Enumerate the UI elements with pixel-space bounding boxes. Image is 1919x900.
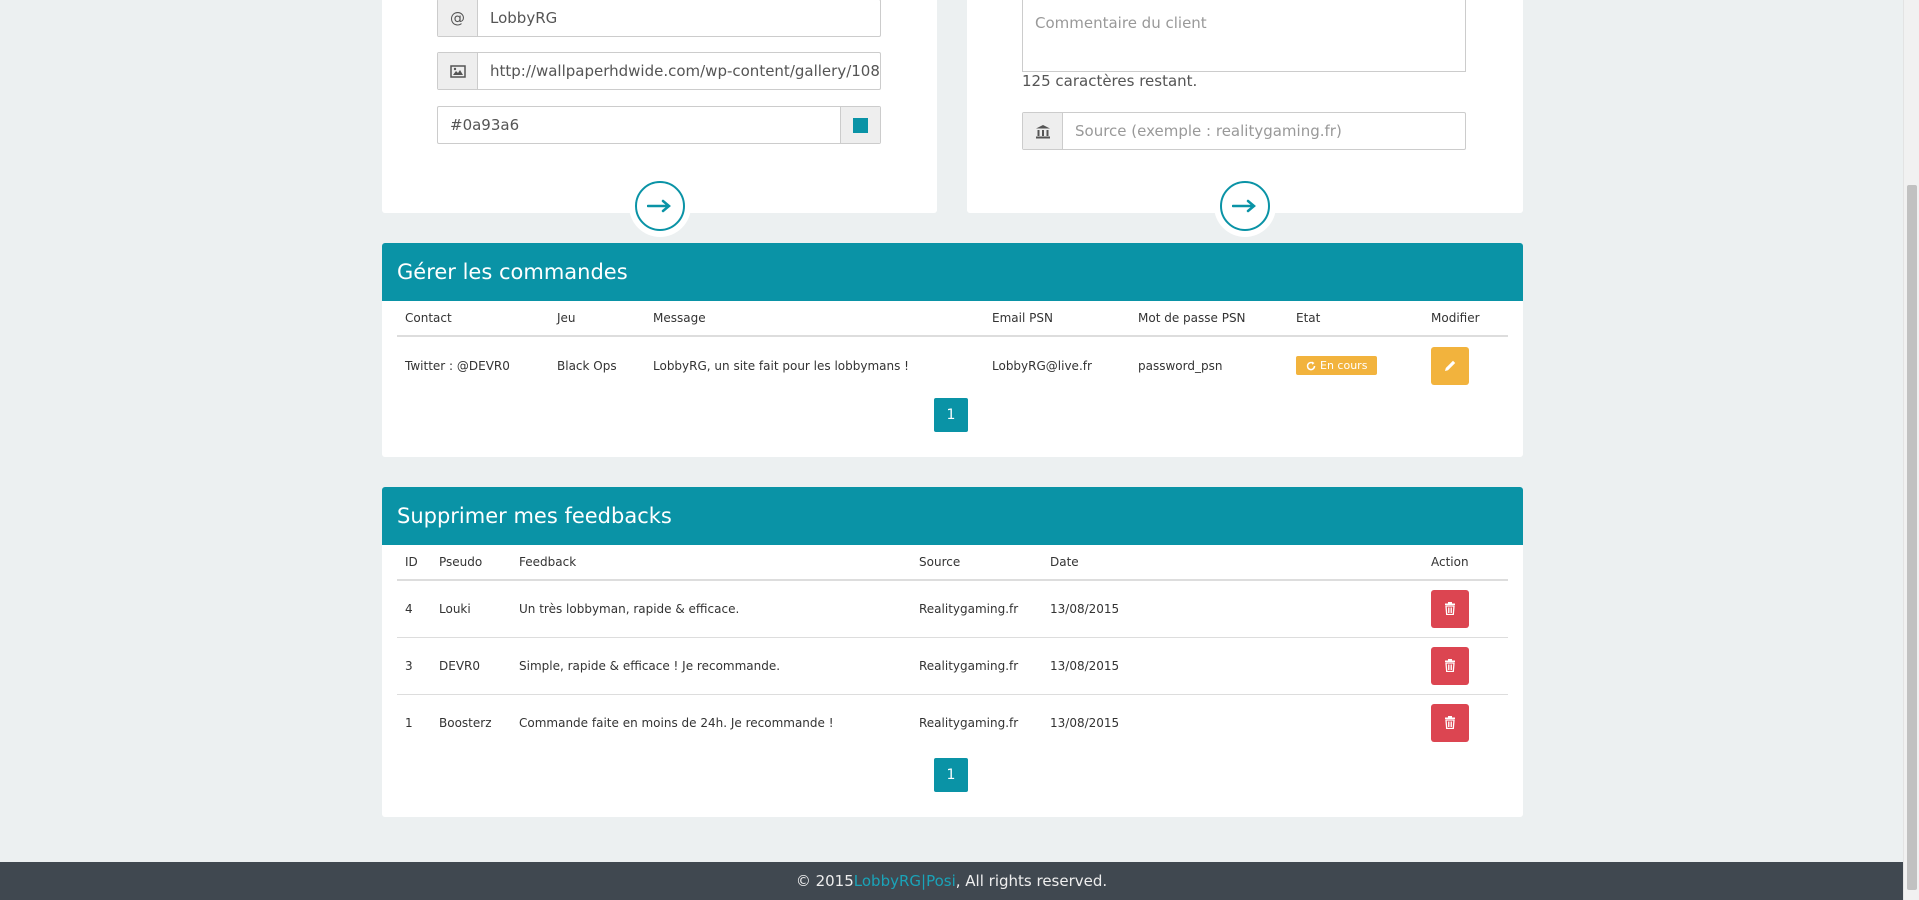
orders-title: Gérer les commandes (382, 243, 1523, 301)
feedback-id: 1 (405, 715, 413, 730)
color-input[interactable]: #0a93a6 (438, 107, 840, 143)
feedback-text: Commande faite en moins de 24h. Je recom… (519, 715, 834, 730)
arrow-right-icon (647, 199, 671, 213)
footer-copyright: © 2015 (795, 872, 854, 890)
feedback-id: 3 (397, 637, 431, 695)
comment-textarea[interactable]: Commentaire du client (1022, 0, 1466, 72)
order-contact: Twitter : @DEVR0 (405, 358, 510, 373)
column-header: Email PSN (984, 301, 1130, 337)
feedback-text: Un très lobbyman, rapide & efficace. (511, 580, 911, 638)
color-swatch (853, 117, 868, 133)
feedback-pseudo: Louki (431, 580, 511, 638)
name-input-group: @ LobbyRG (437, 0, 881, 37)
image-icon (438, 53, 478, 89)
source-input[interactable]: Source (exemple : realitygaming.fr) (1063, 113, 1465, 149)
order-email: LobbyRG@live.fr (992, 358, 1092, 373)
orders-card: Gérer les commandes Contact Jeu Message … (382, 243, 1523, 457)
color-input-group: #0a93a6 (437, 106, 881, 144)
order-game: Black Ops (557, 358, 617, 373)
pencil-icon (1444, 360, 1455, 371)
feedback-pseudo: Boosterz (439, 715, 492, 730)
column-header: Etat (1288, 301, 1423, 337)
orders-page-1[interactable]: 1 (934, 398, 968, 432)
column-header: ID (397, 545, 431, 581)
footer-brand-link[interactable]: LobbyRG|Posi (854, 872, 956, 890)
column-header: Pseudo (431, 545, 511, 581)
feedback-source: Realitygaming.fr (911, 580, 1042, 638)
submit-arrow-button[interactable] (635, 181, 685, 231)
delete-feedback-button[interactable] (1431, 646, 1469, 685)
source-input-group: Source (exemple : realitygaming.fr) (1022, 112, 1466, 150)
order-password: password_psn (1138, 358, 1223, 373)
image-url-input[interactable]: http://wallpaperhdwide.com/wp-content/ga… (478, 53, 880, 89)
status-badge: En cours (1296, 356, 1378, 375)
table-row: 3 DEVR0 Simple, rapide & efficace ! Je r… (397, 637, 1508, 695)
bank-icon (1023, 113, 1063, 149)
feedback-pseudo: DEVR0 (431, 637, 511, 695)
scrollbar-thumb[interactable] (1907, 185, 1917, 890)
status-label: En cours (1320, 359, 1368, 372)
column-header: Action (1423, 545, 1508, 581)
arrow-right-icon (1232, 199, 1256, 213)
feedback-text: Simple, rapide & efficace ! Je recommand… (511, 637, 911, 695)
order-message: LobbyRG, un site fait pour les lobbymans… (653, 358, 909, 373)
trash-icon (1445, 659, 1455, 672)
orders-table: Contact Jeu Message Email PSN Mot de pas… (397, 301, 1508, 394)
table-row: 1 Boosterz Commande faite en moins de 24… (397, 694, 1508, 751)
trash-icon (1445, 716, 1455, 730)
feedbacks-card: Supprimer mes feedbacks ID Pseudo Feedba… (382, 487, 1523, 817)
column-header: Jeu (549, 301, 645, 337)
column-header: Date (1042, 545, 1423, 581)
footer-rights: , All rights reserved. (955, 872, 1108, 890)
image-url-input-group: http://wallpaperhdwide.com/wp-content/ga… (437, 52, 881, 90)
page-scrollbar[interactable] (1903, 0, 1919, 900)
delete-feedback-button[interactable] (1431, 703, 1469, 742)
refresh-icon (1306, 361, 1316, 370)
submit-arrow-button[interactable] (1220, 181, 1270, 231)
column-header: Message (645, 301, 984, 337)
remaining-characters: 125 caractères restant. (1022, 72, 1198, 90)
column-header: Mot de passe PSN (1130, 301, 1288, 337)
feedback-date: 13/08/2015 (1042, 637, 1423, 695)
column-header: Modifier (1423, 301, 1508, 337)
feedbacks-table: ID Pseudo Feedback Source Date Action 4 … (397, 545, 1508, 751)
feedbacks-title: Supprimer mes feedbacks (382, 487, 1523, 545)
feedback-date: 13/08/2015 (1042, 580, 1423, 638)
column-header: Contact (397, 301, 549, 337)
footer: © 2015 LobbyRG|Posi , All rights reserve… (0, 862, 1903, 900)
trash-icon (1445, 602, 1455, 616)
feedback-source: Realitygaming.fr (919, 715, 1019, 730)
column-header: Feedback (511, 545, 911, 581)
table-row: 4 Louki Un très lobbyman, rapide & effic… (397, 580, 1508, 638)
at-icon: @ (438, 0, 478, 36)
color-picker-button[interactable] (840, 107, 880, 143)
feedback-source: Realitygaming.fr (911, 637, 1042, 695)
table-row: Twitter : @DEVR0 Black Ops LobbyRG, un s… (397, 336, 1508, 394)
feedbacks-page-1[interactable]: 1 (934, 758, 968, 792)
feedback-date: 13/08/2015 (1050, 715, 1120, 730)
edit-order-button[interactable] (1431, 346, 1469, 385)
delete-feedback-button[interactable] (1431, 589, 1469, 628)
feedback-id: 4 (397, 580, 431, 638)
name-input[interactable]: LobbyRG (478, 0, 880, 36)
column-header: Source (911, 545, 1042, 581)
